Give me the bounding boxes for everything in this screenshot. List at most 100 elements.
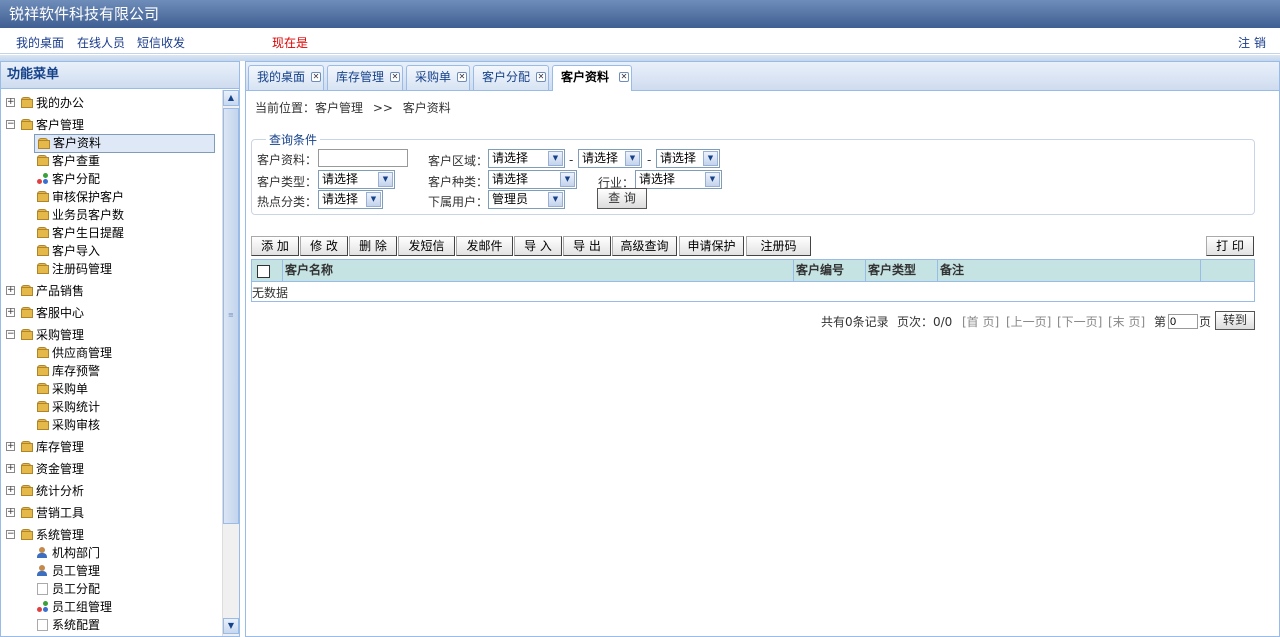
customer-type-select[interactable]: 请选择 ▼ [318,170,395,189]
menu-tree: + 我的办公 − 客户管理 客户资料 客户查重客户分配审核保护客户 业务员客户数 客户生日提醒… [1,90,222,636]
pager-prev[interactable]: [上一页] [1006,313,1051,330]
tree-item[interactable]: 注册码管理 [34,260,215,278]
apply-protect-button[interactable]: 申请保护 [679,236,744,256]
tree-item[interactable]: 机构部门 [34,544,215,562]
tree-group[interactable]: − 系统管理 [6,526,216,544]
sub-user-select[interactable]: 管理员 ▼ [488,190,565,209]
industry-select[interactable]: 请选择 ▼ [635,170,722,189]
expand-icon[interactable]: + [6,508,15,517]
customer-info-input[interactable] [318,149,408,167]
pager-last[interactable]: [末 页] [1108,313,1145,330]
column-remark[interactable]: 备注 [938,260,1201,282]
sidebar-title: 功能菜单 [1,62,239,89]
scroll-up-icon[interactable]: ▲ [223,90,239,106]
tree-group[interactable]: + 我的办公 [6,94,216,112]
nav-sms[interactable]: 短信收发 [137,34,185,51]
tab-desktop[interactable]: 我的桌面 ✕ [248,65,324,90]
expand-icon[interactable]: + [6,464,15,473]
expand-icon[interactable]: + [6,308,15,317]
tree-item[interactable]: 客户资料 [34,134,215,153]
scroll-down-icon[interactable]: ▼ [223,618,239,634]
tree-label: 客户分配 [52,172,101,186]
collapse-icon[interactable]: − [6,120,15,129]
tree-item[interactable]: 采购审核 [34,416,215,434]
close-icon[interactable]: ✕ [457,72,467,82]
close-icon[interactable]: ✕ [390,72,400,82]
register-code-button[interactable]: 注册码 [746,236,811,256]
expand-icon[interactable]: + [6,442,15,451]
tree-group[interactable]: + 资金管理 [6,460,216,478]
tree-item[interactable]: 员工组管理 [34,598,215,616]
nav-desktop[interactable]: 我的桌面 [16,34,64,51]
goto-page-button[interactable]: 转到 [1215,311,1255,330]
search-button[interactable]: 查 询 [597,188,647,209]
close-icon[interactable]: ✕ [619,72,629,82]
expand-icon[interactable]: + [6,486,15,495]
region-select-3[interactable]: 请选择 ▼ [656,149,720,168]
tree-group[interactable]: + 营销工具 [6,504,216,522]
region-label: 客户区域： [428,154,489,168]
tree-item[interactable]: 员工分配 [34,580,215,598]
tree-group[interactable]: + 库存管理 [6,438,216,456]
tree-group[interactable]: + 产品销售 [6,282,216,300]
column-customer-code[interactable]: 客户编号 [794,260,866,282]
region-separator: - [647,153,652,167]
scroll-thumb[interactable]: ≡ [223,108,239,524]
collapse-icon[interactable]: − [6,330,15,339]
folder-icon [21,441,33,453]
region-select-1[interactable]: 请选择 ▼ [488,149,565,168]
advanced-search-button[interactable]: 高级查询 [612,236,677,256]
region-select-2[interactable]: 请选择 ▼ [578,149,642,168]
folder-icon [21,529,33,541]
tree-item[interactable]: 客户查重 [34,152,215,170]
tree-group[interactable]: − 采购管理 [6,326,216,344]
collapse-icon[interactable]: − [6,530,15,539]
export-button[interactable]: 导 出 [563,236,611,256]
tree-item[interactable]: 供应商管理 [34,344,215,362]
expand-icon[interactable]: + [6,286,15,295]
tab-customer-assign[interactable]: 客户分配 ✕ [473,65,549,90]
select-value: 请选择 [492,151,529,165]
tree-item[interactable]: 库存预警 [34,362,215,380]
tree-group[interactable]: − 客户管理 [6,116,216,134]
tree-item[interactable]: 审核保护客户 [34,188,215,206]
hot-category-label: 热点分类： [257,195,318,209]
tree-item[interactable]: 员工管理 [34,562,215,580]
pager-first[interactable]: [首 页] [962,313,999,330]
add-button[interactable]: 添 加 [251,236,299,256]
hot-category-select[interactable]: 请选择 ▼ [318,190,383,209]
tree-item[interactable]: 系统配置 [34,616,215,634]
column-customer-type[interactable]: 客户类型 [866,260,938,282]
expand-icon[interactable]: + [6,98,15,107]
pager-next[interactable]: [下一页] [1057,313,1102,330]
select-all-checkbox[interactable] [257,265,270,278]
sidebar-scrollbar[interactable]: ▲ ≡ ▼ [222,90,239,636]
tree-item[interactable]: 客户导入 [34,242,215,260]
nav-online-users[interactable]: 在线人员 [77,34,125,51]
logout-link[interactable]: 注销 [1238,34,1270,51]
tree-item[interactable]: 客户分配 [34,170,215,188]
close-icon[interactable]: ✕ [536,72,546,82]
folder-icon [37,209,49,221]
tree-group[interactable]: + 统计分析 [6,482,216,500]
tree-item[interactable]: 采购单 [34,380,215,398]
column-customer-name[interactable]: 客户名称 [283,260,794,282]
tree-group[interactable]: + 客服中心 [6,304,216,322]
tree-item[interactable]: 采购统计 [34,398,215,416]
group-icon [37,601,49,613]
send-mail-button[interactable]: 发邮件 [456,236,513,256]
tab-purchase-order[interactable]: 采购单 ✕ [406,65,470,90]
customer-kind-select[interactable]: 请选择 ▼ [488,170,577,189]
import-button[interactable]: 导 入 [514,236,562,256]
tree-item[interactable]: 客户生日提醒 [34,224,215,242]
edit-button[interactable]: 修 改 [300,236,348,256]
tab-customer-info[interactable]: 客户资料 ✕ [552,65,632,91]
group-icon [37,173,49,185]
delete-button[interactable]: 删 除 [349,236,397,256]
tree-item[interactable]: 业务员客户数 [34,206,215,224]
page-number-input[interactable] [1168,314,1198,329]
print-button[interactable]: 打 印 [1206,236,1254,256]
send-sms-button[interactable]: 发短信 [398,236,455,256]
close-icon[interactable]: ✕ [311,72,321,82]
tab-inventory[interactable]: 库存管理 ✕ [327,65,403,90]
